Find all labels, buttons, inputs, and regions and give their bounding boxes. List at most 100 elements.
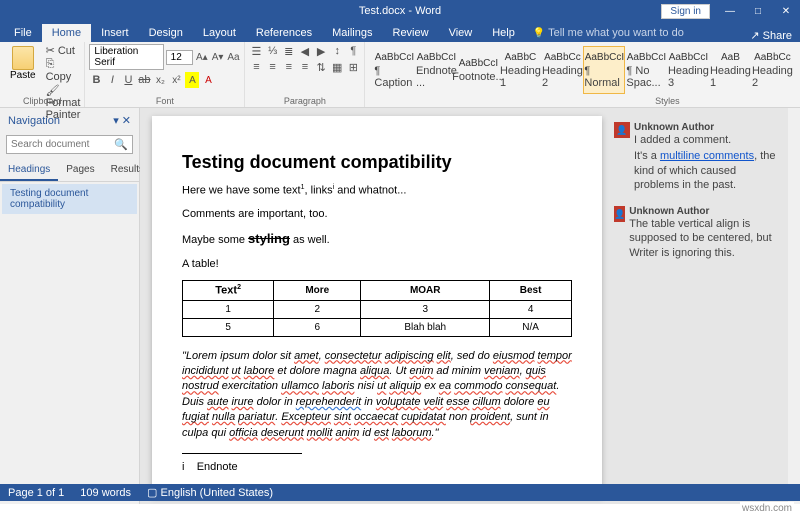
help-icon[interactable]: ?	[688, 0, 716, 22]
borders-icon[interactable]: ⊞	[346, 60, 360, 74]
table-row: Text2 More MOAR Best	[183, 281, 572, 300]
style-box[interactable]: AaBbCcHeading 2	[541, 46, 583, 94]
nav-tabs: Headings Pages Results	[0, 160, 139, 182]
nav-tab-headings[interactable]: Headings	[0, 160, 58, 181]
endnote: i Endnote	[182, 460, 572, 475]
style-box[interactable]: AaBbCcIHeading 3	[667, 46, 709, 94]
tab-help[interactable]: Help	[482, 24, 525, 42]
search-icon[interactable]: 🔍	[114, 138, 128, 151]
comment-author: Unknown Author	[629, 206, 776, 217]
align-left-icon[interactable]: ≡	[249, 60, 263, 74]
group-styles: AaBbCcI¶ CaptionAaBbCcIEndnote ...AaBbCc…	[365, 42, 800, 107]
cut-button[interactable]: ✂ Cut	[46, 44, 81, 57]
doc-p3: Maybe some styling as well.	[182, 230, 572, 248]
style-box[interactable]: AaBHeading 1	[709, 46, 751, 94]
comment-body: The table vertical align is supposed to …	[629, 217, 776, 260]
document-area[interactable]: Testing document compatibility Here we h…	[140, 108, 800, 504]
superscript-icon[interactable]: x²	[169, 72, 183, 88]
tab-view[interactable]: View	[439, 24, 483, 42]
tab-references[interactable]: References	[246, 24, 322, 42]
justify-icon[interactable]: ≡	[298, 60, 312, 74]
style-box[interactable]: AaBbCcHeading 2	[751, 46, 793, 94]
nav-tab-pages[interactable]: Pages	[58, 160, 102, 181]
tab-home[interactable]: Home	[42, 24, 91, 42]
status-page[interactable]: Page 1 of 1	[8, 487, 64, 499]
nav-close-icon[interactable]: ▾ ✕	[113, 114, 131, 127]
shading-icon[interactable]: ▦	[330, 60, 344, 74]
comment[interactable]: 👤Unknown AuthorThe table vertical align …	[614, 206, 776, 260]
table-header: Text2	[183, 281, 274, 300]
highlight-icon[interactable]: A	[185, 72, 199, 88]
table-row: 56Blah blahN/A	[183, 318, 572, 336]
comment-author: Unknown Author	[634, 122, 731, 133]
doc-p2: Comments are important, too.	[182, 207, 572, 222]
doc-p4: A table!	[182, 257, 572, 272]
style-box[interactable]: AaBbCcI¶ Caption	[373, 46, 415, 94]
paste-button[interactable]: Paste	[4, 44, 42, 121]
subscript-icon[interactable]: x₂	[153, 72, 167, 88]
maximize-button[interactable]: □	[744, 0, 772, 22]
underline-icon[interactable]: U	[121, 72, 135, 88]
tab-review[interactable]: Review	[383, 24, 439, 42]
font-size-select[interactable]: 12	[166, 50, 193, 65]
endnote-separator	[182, 453, 302, 454]
window-controls: ? — □ ✕	[688, 0, 800, 22]
table-header: Best	[490, 281, 572, 300]
comment-body: It's a multiline comments, the kind of w…	[634, 149, 776, 192]
align-right-icon[interactable]: ≡	[282, 60, 296, 74]
table-header: MOAR	[361, 281, 490, 300]
vertical-scrollbar[interactable]	[788, 108, 800, 504]
style-box[interactable]: AaBbCcIFootnote...	[457, 46, 499, 94]
table-row: 1234	[183, 300, 572, 318]
shrink-font-icon[interactable]: A▾	[211, 49, 225, 65]
strike-icon[interactable]: ab	[137, 72, 151, 88]
navigation-pane: Navigation ▾ ✕ 🔍 Headings Pages Results …	[0, 108, 140, 504]
change-case-icon[interactable]: Aa	[226, 49, 240, 65]
nav-search[interactable]: 🔍	[6, 135, 133, 154]
style-box[interactable]: AaBbCHeading 1	[499, 46, 541, 94]
bullets-icon[interactable]: ☰	[249, 44, 263, 58]
minimize-button[interactable]: —	[716, 0, 744, 22]
tab-insert[interactable]: Insert	[91, 24, 139, 42]
style-box[interactable]: AaBbCcI¶ Normal	[583, 46, 625, 94]
style-box[interactable]: AaBTitle	[793, 46, 800, 94]
italic-icon[interactable]: I	[105, 72, 119, 88]
close-button[interactable]: ✕	[772, 0, 800, 22]
paste-icon	[12, 46, 34, 70]
tab-design[interactable]: Design	[139, 24, 193, 42]
font-name-select[interactable]: Liberation Serif	[89, 44, 163, 70]
indent-inc-icon[interactable]: ▶	[314, 44, 328, 58]
comment[interactable]: 👤Unknown AuthorI added a comment. It's a…	[614, 122, 776, 192]
group-font: Liberation Serif 12 A▴ A▾ Aa B I U ab x₂…	[85, 42, 245, 107]
grow-font-icon[interactable]: A▴	[195, 49, 209, 65]
titlebar: Test.docx - Word Sign in ? — □ ✕	[0, 0, 800, 22]
status-words[interactable]: 109 words	[80, 487, 131, 499]
tab-mailings[interactable]: Mailings	[322, 24, 382, 42]
style-box[interactable]: AaBbCcIEndnote ...	[415, 46, 457, 94]
tab-layout[interactable]: Layout	[193, 24, 246, 42]
tab-file[interactable]: File	[4, 24, 42, 42]
comments-pane: 👤Unknown AuthorI added a comment. It's a…	[610, 116, 780, 496]
bold-icon[interactable]: B	[89, 72, 103, 88]
search-input[interactable]	[11, 139, 114, 150]
multilevel-icon[interactable]: ≣	[282, 44, 296, 58]
sort-icon[interactable]: ↕	[330, 44, 344, 58]
group-label: Font	[85, 96, 244, 106]
group-label: Paragraph	[245, 96, 364, 106]
ribbon: Paste ✂ Cut ⎘ Copy 🖌 Format Painter Clip…	[0, 42, 800, 108]
indent-dec-icon[interactable]: ◀	[298, 44, 312, 58]
style-box[interactable]: AaBbCcI¶ No Spac...	[625, 46, 667, 94]
align-center-icon[interactable]: ≡	[266, 60, 280, 74]
numbering-icon[interactable]: ⅓	[266, 44, 280, 58]
font-color-icon[interactable]: A	[201, 72, 215, 88]
watermark: wsxdn.com	[740, 502, 794, 515]
nav-heading-item[interactable]: Testing document compatibility	[2, 184, 137, 214]
comment-link[interactable]: multiline comments	[660, 150, 754, 162]
pilcrow-icon[interactable]: ¶	[346, 44, 360, 58]
line-spacing-icon[interactable]: ⇅	[314, 60, 328, 74]
tell-me-search[interactable]: 💡 Tell me what you want to do	[525, 24, 692, 42]
copy-button[interactable]: ⎘ Copy	[46, 58, 81, 83]
status-lang[interactable]: ▢ English (United States)	[147, 486, 273, 499]
share-button[interactable]: ↗ Share	[750, 29, 792, 42]
page[interactable]: Testing document compatibility Here we h…	[152, 116, 602, 496]
